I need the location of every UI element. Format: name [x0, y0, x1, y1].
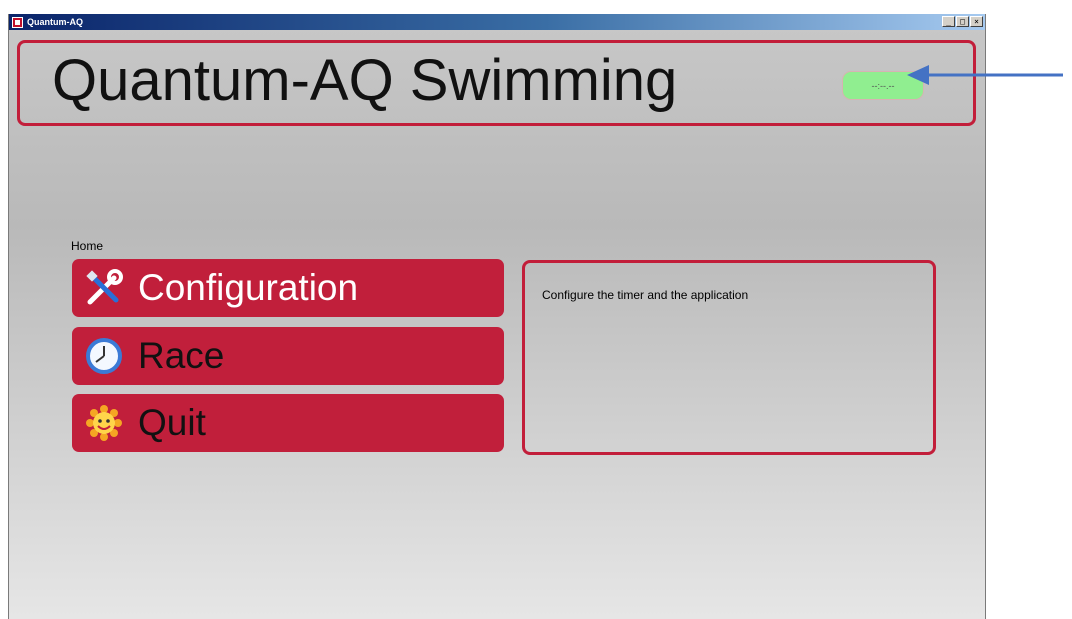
race-button[interactable]: Race: [72, 327, 504, 385]
window-controls: _ □ ×: [942, 16, 983, 27]
quit-label: Quit: [138, 402, 206, 443]
annotation-arrow-icon: [907, 65, 1063, 85]
app-icon: [12, 16, 23, 28]
description-panel: Configure the timer and the application: [522, 260, 936, 455]
quit-button[interactable]: Quit: [72, 394, 504, 452]
app-title: Quantum-AQ Swimming: [52, 48, 678, 113]
configuration-button[interactable]: Configuration: [72, 259, 504, 317]
sun-icon: [84, 403, 124, 443]
title-bar[interactable]: Quantum-AQ _ □ ×: [9, 14, 985, 30]
close-button[interactable]: ×: [970, 16, 983, 27]
maximize-button[interactable]: □: [956, 16, 969, 27]
header-panel: Quantum-AQ Swimming --:--.--: [17, 40, 976, 126]
race-label: Race: [138, 335, 225, 376]
tools-icon: [84, 268, 124, 308]
clock-icon: [84, 336, 124, 376]
breadcrumb: Home: [71, 239, 104, 253]
window-title: Quantum-AQ: [27, 17, 83, 27]
minimize-button[interactable]: _: [942, 16, 955, 27]
description-text: Configure the timer and the application: [542, 288, 749, 302]
configuration-label: Configuration: [138, 267, 359, 308]
app-window: Quantum-AQ _ □ × Quantum-AQ Swimming --:…: [8, 14, 986, 619]
